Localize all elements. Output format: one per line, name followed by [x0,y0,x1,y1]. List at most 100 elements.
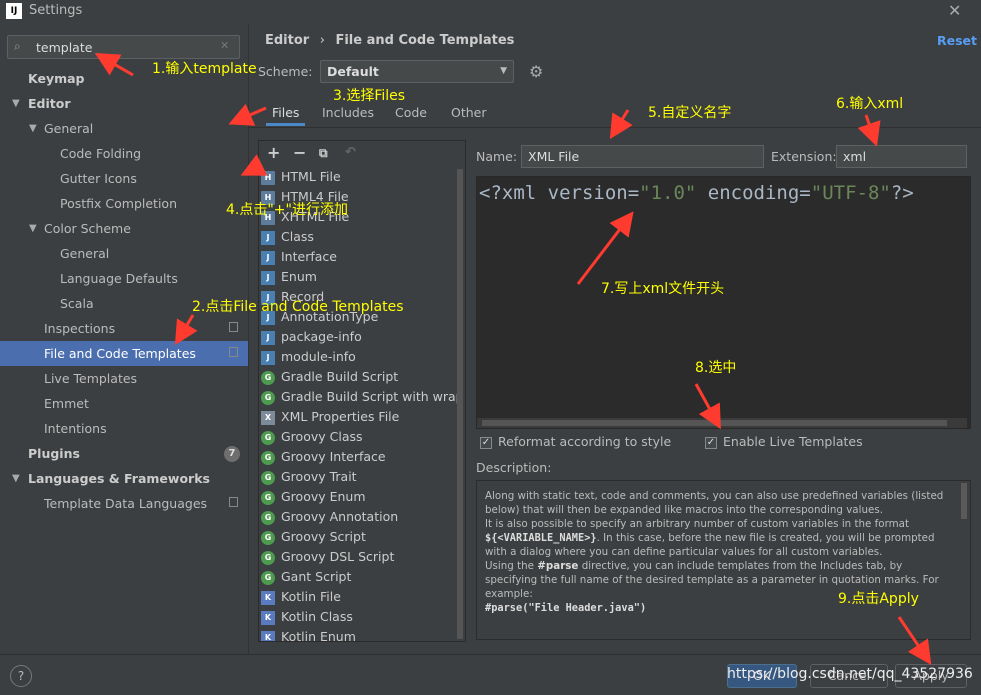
tab-files[interactable]: Files [266,104,306,126]
template-list-item[interactable]: J Class [261,227,461,247]
template-list-item[interactable]: G Groovy Annotation [261,507,461,527]
sidebar-item-label: Live Templates [44,371,138,386]
description-label: Description: [476,460,552,475]
dropdown-arrow-icon: ▼ [500,66,507,76]
extension-label: Extension: [771,149,837,164]
template-list-item[interactable]: J Interface [261,247,461,267]
template-list-item[interactable]: G Groovy Enum [261,487,461,507]
annotation-1: 1.输入template [152,61,257,77]
breadcrumb-current: File and Code Templates [335,33,515,48]
sidebar-item-languages-frameworks[interactable]: ▼ Languages & Frameworks [0,466,248,491]
file-type-icon: J [261,270,275,285]
breadcrumb-editor: Editor [265,33,310,48]
tab-code[interactable]: Code [395,104,427,126]
checkbox-checked-icon[interactable]: ✓ [480,436,492,449]
breadcrumb-separator: › [319,33,325,48]
expand-triangle-icon[interactable]: ▼ [29,116,37,141]
template-list-item[interactable]: G Gradle Build Script with wrappe [261,387,461,407]
file-type-icon: G [261,570,275,585]
annotation-9: 9.点击Apply [838,591,919,607]
template-name-input[interactable] [521,145,764,168]
sidebar-item-label: Keymap [28,71,85,86]
template-list-item[interactable]: K Kotlin File [261,587,461,607]
list-scrollbar[interactable] [457,169,463,639]
expand-triangle-icon[interactable]: ▼ [12,466,20,491]
template-list-item[interactable]: G Gradle Build Script [261,367,461,387]
annotation-8: 8.选中 [695,360,737,376]
template-list-item[interactable]: G Groovy Class [261,427,461,447]
gear-icon[interactable]: ⚙ [529,62,543,81]
sidebar-item-postfix-completion[interactable]: Postfix Completion [0,191,248,216]
expand-triangle-icon[interactable]: ▼ [29,216,37,241]
sidebar-item-color-scheme[interactable]: ▼ Color Scheme [0,216,248,241]
extension-input[interactable] [836,145,967,168]
template-list-item[interactable]: Jmodule-info [261,347,461,367]
sidebar-item-code-folding[interactable]: Code Folding [0,141,248,166]
sidebar-item-gutter-icons[interactable]: Gutter Icons [0,166,248,191]
sidebar-item-label: Intentions [44,421,107,436]
code-line: <?xml version="1.0" encoding="UTF-8"?> [479,182,914,204]
file-type-icon: K [261,590,275,605]
annotation-2: 2.点击File and Code Templates [192,299,404,315]
expand-triangle-icon[interactable]: ▼ [12,91,20,116]
copy-template-icon[interactable]: ⧉ [319,146,328,161]
file-type-icon: G [261,430,275,445]
template-label: module-info [281,349,356,364]
breadcrumb: Editor › File and Code Templates [265,33,514,48]
close-icon[interactable]: ✕ [948,1,961,20]
sidebar-item-plugins[interactable]: Plugins 7 [0,441,248,466]
sidebar-item-general[interactable]: ▼ General [0,116,248,141]
sidebar-item-file-and-code-templates[interactable]: File and Code Templates [0,341,248,366]
annotation-5: 5.自定义名字 [648,105,732,121]
file-type-icon: J [261,230,275,245]
enable-live-templates-checkbox[interactable]: ✓ Enable Live Templates [705,433,863,451]
sidebar-item-label: Inspections [44,321,116,336]
sidebar-item-editor[interactable]: ▼ Editor [0,91,248,116]
code-text: encoding= [696,182,811,204]
scheme-dropdown[interactable]: Default ▼ [320,60,514,83]
template-list-item[interactable]: G Groovy DSL Script [261,547,461,567]
sidebar-item-color-general[interactable]: General [0,241,248,266]
file-type-icon: G [261,530,275,545]
help-icon[interactable]: ? [10,665,32,687]
description-keyword: #parse [537,560,579,572]
template-list-item[interactable]: J Enum [261,267,461,287]
sidebar-item-live-templates[interactable]: Live Templates [0,366,248,391]
file-type-icon: G [261,550,275,565]
template-editor[interactable]: <?xml version="1.0" encoding="UTF-8"?> [476,176,971,429]
arrow-6 [857,114,881,147]
name-label: Name: [476,149,518,164]
scrollbar-thumb[interactable] [482,420,947,426]
sidebar-item-language-defaults[interactable]: Language Defaults [0,266,248,291]
description-scrollbar[interactable] [961,483,967,519]
tab-other[interactable]: Other [451,104,487,126]
sidebar-item-template-data-languages[interactable]: Template Data Languages [0,491,248,516]
description-paragraph: It is also possible to specify an arbitr… [485,517,945,559]
remove-icon[interactable]: − [293,143,306,162]
template-list-item[interactable]: K Kotlin Class [261,607,461,627]
reformat-checkbox[interactable]: ✓ Reformat according to style [480,433,671,451]
template-list-item[interactable]: K Kotlin Enum [261,627,461,641]
sidebar-item-label: Languages & Frameworks [28,471,210,486]
sidebar-item-emmet[interactable]: Emmet [0,391,248,416]
template-list-item[interactable]: G Gant Script [261,567,461,587]
tab-includes[interactable]: Includes [322,104,374,126]
template-label: Enum [281,269,317,284]
undo-icon[interactable]: ↶ [345,145,356,160]
sidebar-item-label: Gutter Icons [60,171,137,186]
description-code: ${<VARIABLE_NAME>} [485,532,597,544]
template-list-item[interactable]: G Groovy Script [261,527,461,547]
sidebar-item-intentions[interactable]: Intentions [0,416,248,441]
template-list-item[interactable]: G Groovy Trait [261,467,461,487]
template-list-item[interactable]: H HTML File [261,167,461,187]
add-icon[interactable]: + [267,143,280,162]
sidebar-item-label: Emmet [44,396,89,411]
template-list-item[interactable]: Jpackage-info [261,327,461,347]
sidebar-item-inspections[interactable]: Inspections [0,316,248,341]
checkbox-checked-icon[interactable]: ✓ [705,436,717,449]
template-list-item[interactable]: G Groovy Interface [261,447,461,467]
template-list-item[interactable]: X XML Properties File [261,407,461,427]
file-type-icon: K [261,630,275,641]
reset-link[interactable]: Reset [937,33,977,48]
editor-horizontal-scrollbar[interactable] [477,418,967,428]
